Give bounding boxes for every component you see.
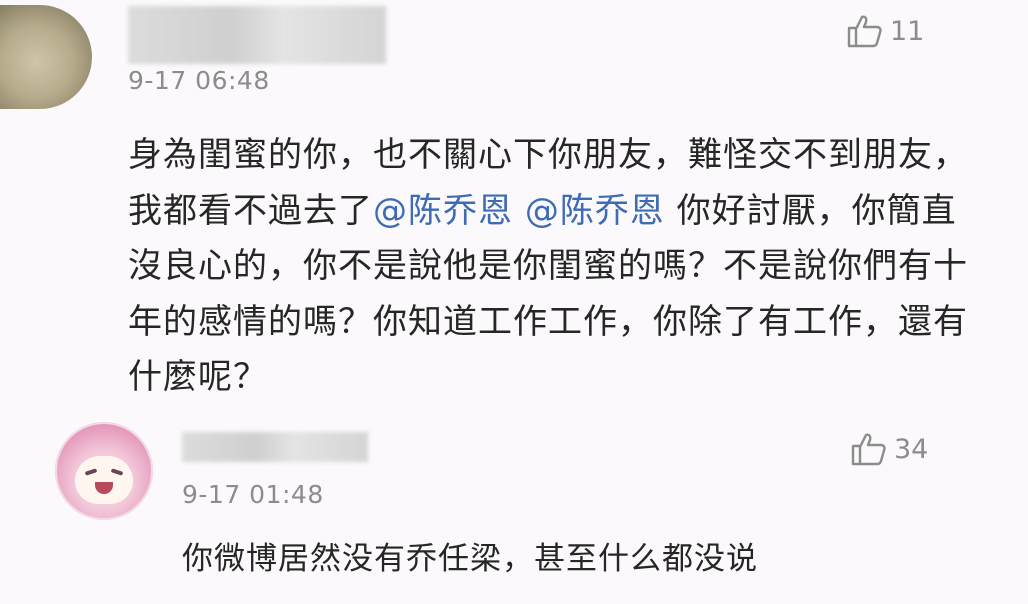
like-count: 11 [890,15,925,47]
avatar-eye [84,468,98,476]
comment-timestamp: 9-17 06:48 [128,66,270,95]
thumbs-up-icon [846,14,882,48]
mention-link[interactable]: @陈乔恩 [525,191,665,231]
avatar[interactable] [55,422,153,520]
username-redacted[interactable] [182,432,368,462]
mention-link[interactable]: @陈乔恩 [373,191,513,231]
avatar[interactable] [0,5,92,109]
like-count: 34 [894,433,929,465]
like-button[interactable]: 11 [846,14,924,48]
avatar-eye [110,468,124,476]
avatar-face [75,456,133,504]
comment-timestamp: 9-17 01:48 [182,480,324,509]
like-button[interactable]: 34 [850,432,928,466]
comment-text: 身為閨蜜的你，也不關心下你朋友，難怪交不到朋友，我都看不過去了@陈乔恩 @陈乔恩… [128,128,988,406]
thumbs-up-icon [850,432,886,466]
username-redacted[interactable] [128,6,386,64]
comment-text: 你微博居然没有乔任梁，甚至什么都没说 [182,541,758,577]
avatar-mouth [95,482,113,494]
